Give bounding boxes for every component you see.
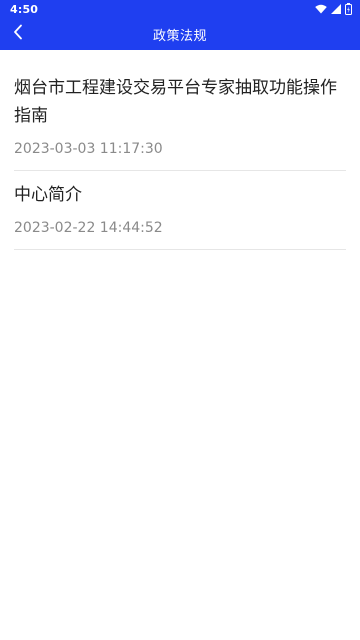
list-item[interactable]: 烟台市工程建设交易平台专家抽取功能操作指南 2023-03-03 11:17:3… — [14, 50, 346, 171]
list-item-date: 2023-03-03 11:17:30 — [14, 141, 163, 157]
list-item-date: 2023-02-22 14:44:52 — [14, 220, 163, 236]
screen: 4:50 政策法规 烟台市工程建设交易平台专家抽取功能操作指南 2023-03-… — [0, 0, 360, 640]
list-item[interactable]: 中心简介 2023-02-22 14:44:52 — [14, 171, 346, 250]
status-icons — [315, 3, 352, 15]
status-bar: 4:50 — [0, 0, 360, 18]
chevron-left-icon — [12, 24, 24, 44]
signal-icon — [331, 4, 341, 14]
wifi-icon — [315, 4, 327, 14]
battery-icon — [345, 3, 352, 15]
policy-list: 烟台市工程建设交易平台专家抽取功能操作指南 2023-03-03 11:17:3… — [0, 50, 360, 250]
status-time: 4:50 — [10, 2, 39, 16]
page-title: 政策法规 — [152, 28, 207, 44]
list-item-title: 烟台市工程建设交易平台专家抽取功能操作指南 — [14, 78, 337, 126]
app-bar: 政策法规 — [0, 18, 360, 50]
back-button[interactable] — [6, 18, 30, 50]
list-item-title: 中心简介 — [14, 185, 82, 205]
